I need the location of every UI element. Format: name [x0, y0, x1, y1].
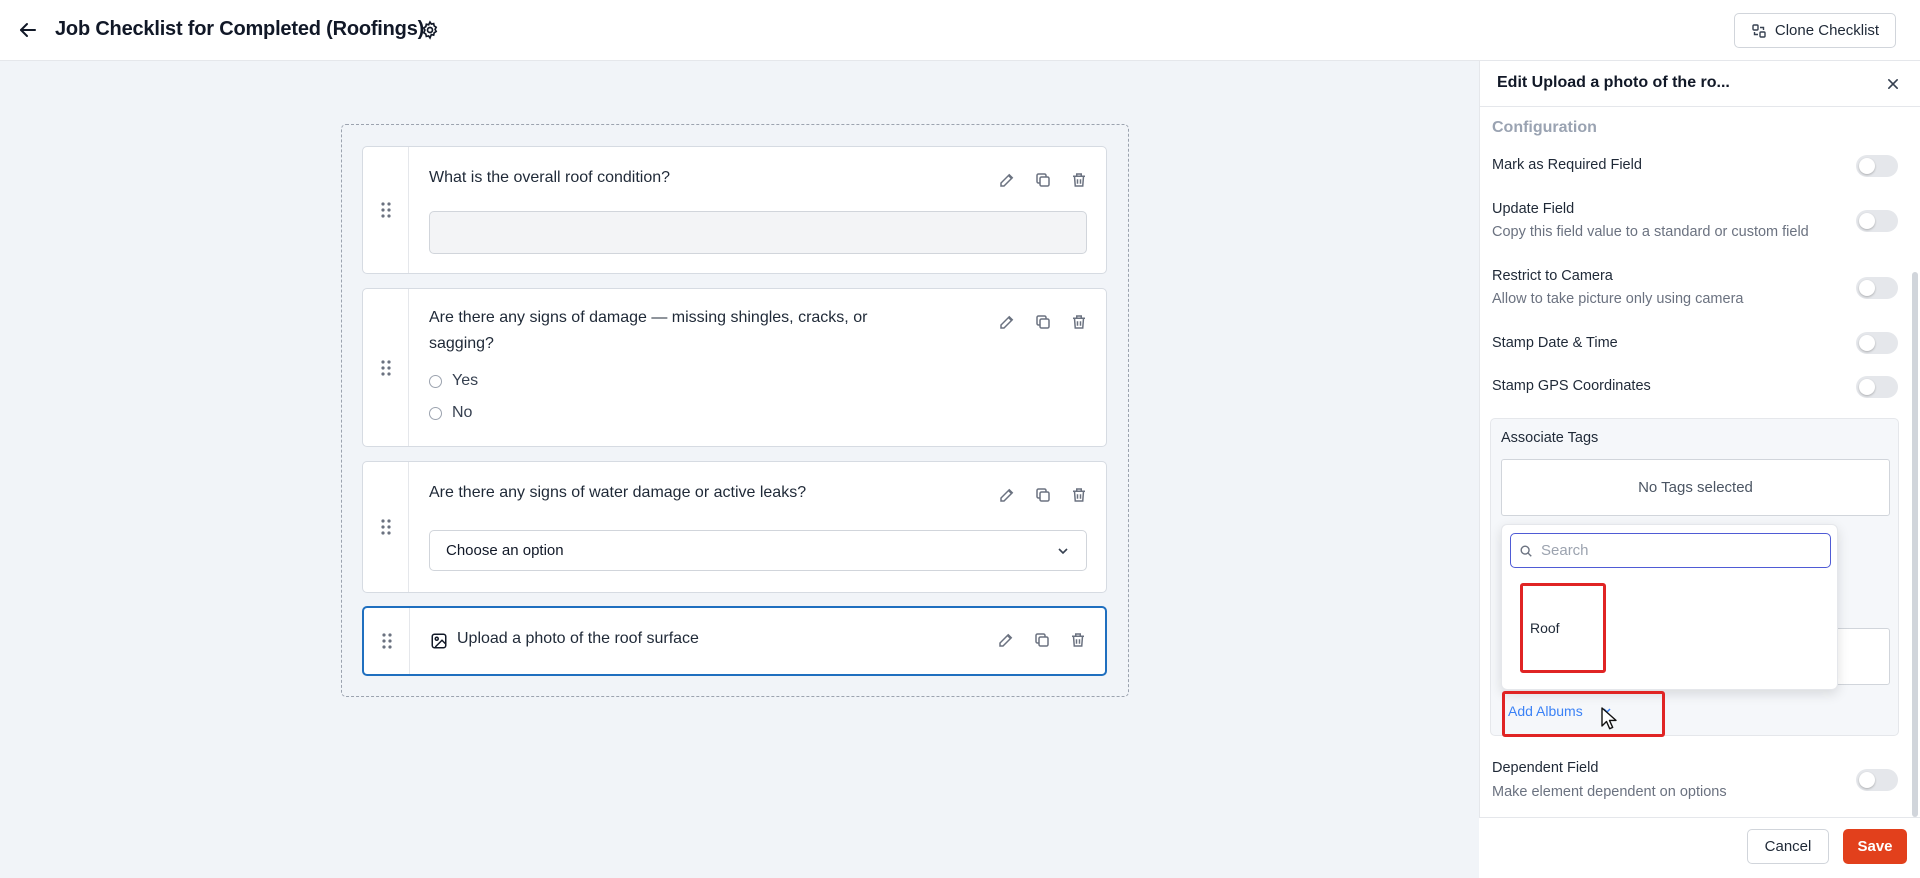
- radio-option-yes[interactable]: Yes: [429, 372, 478, 390]
- edit-icon[interactable]: [996, 169, 1018, 191]
- arrow-left-icon[interactable]: [16, 18, 40, 42]
- no-tags-text: No Tags selected: [1638, 479, 1753, 496]
- page-title: Job Checklist for Completed (Roofings): [55, 18, 425, 40]
- option-description: Copy this field value to a standard or c…: [1492, 224, 1809, 240]
- highlight-box: [1520, 583, 1606, 673]
- question-card[interactable]: Are there any signs of water damage or a…: [362, 461, 1107, 593]
- radio-label: No: [452, 404, 473, 421]
- duplicate-icon[interactable]: [1032, 484, 1054, 506]
- dropdown-search[interactable]: [1510, 533, 1831, 568]
- drag-handle-icon: [380, 202, 391, 218]
- radio-option-no[interactable]: No: [429, 404, 472, 422]
- panel-scrollbar[interactable]: [1912, 272, 1918, 817]
- edit-icon[interactable]: [995, 629, 1017, 651]
- cancel-button[interactable]: Cancel: [1747, 829, 1829, 864]
- update-field-toggle[interactable]: [1856, 210, 1898, 232]
- clone-checklist-button[interactable]: Clone Checklist: [1734, 13, 1896, 48]
- question-card-selected[interactable]: Upload a photo of the roof surface: [362, 606, 1107, 676]
- panel-header: Edit Upload a photo of the ro...: [1480, 61, 1920, 107]
- search-input[interactable]: [1541, 542, 1821, 559]
- drag-handle[interactable]: [363, 462, 409, 592]
- section-title: Configuration: [1492, 119, 1597, 136]
- top-bar: Job Checklist for Completed (Roofings) C…: [0, 0, 1920, 61]
- option-label: Mark as Required Field: [1492, 157, 1642, 173]
- mouse-cursor-icon: [1601, 707, 1617, 730]
- option-label: Dependent Field: [1492, 760, 1599, 776]
- tags-label: Associate Tags: [1501, 430, 1599, 446]
- drag-handle[interactable]: [364, 608, 410, 674]
- dependent-field-toggle[interactable]: [1856, 769, 1898, 791]
- duplicate-icon[interactable]: [1031, 629, 1053, 651]
- tags-selector[interactable]: No Tags selected: [1501, 459, 1890, 516]
- question-card[interactable]: What is the overall roof condition?: [362, 146, 1107, 274]
- option-label: Update Field: [1492, 201, 1575, 217]
- image-icon: [431, 633, 447, 649]
- panel-title: Edit Upload a photo of the ro...: [1497, 74, 1730, 91]
- restrict-camera-toggle[interactable]: [1856, 277, 1898, 299]
- drag-handle[interactable]: [363, 147, 409, 273]
- drag-handle-icon: [380, 359, 391, 376]
- option-select[interactable]: Choose an option: [429, 530, 1087, 571]
- duplicate-icon[interactable]: [1032, 169, 1054, 191]
- option-label: Stamp Date & Time: [1492, 335, 1618, 351]
- question-card[interactable]: Are there any signs of damage — missing …: [362, 288, 1107, 447]
- required-field-toggle[interactable]: [1856, 155, 1898, 177]
- radio-button[interactable]: [429, 406, 442, 420]
- drag-handle-icon: [380, 519, 391, 535]
- save-button[interactable]: Save: [1843, 829, 1907, 864]
- question-text: Are there any signs of damage — missing …: [429, 309, 868, 352]
- chevron-down-icon: [1058, 547, 1068, 554]
- question-text: Are there any signs of water damage or a…: [429, 484, 807, 501]
- option-description: Make element dependent on options: [1492, 784, 1727, 800]
- answer-text-input[interactable]: [429, 211, 1087, 254]
- trash-icon[interactable]: [1068, 311, 1090, 333]
- trash-icon[interactable]: [1068, 484, 1090, 506]
- stamp-date-time-toggle[interactable]: [1856, 332, 1898, 354]
- option-label: Stamp GPS Coordinates: [1492, 378, 1651, 394]
- close-icon[interactable]: [1883, 74, 1903, 94]
- edit-icon[interactable]: [996, 311, 1018, 333]
- clone-icon: [1752, 23, 1766, 38]
- trash-icon[interactable]: [1068, 169, 1090, 191]
- option-description: Allow to take picture only using camera: [1492, 291, 1744, 307]
- duplicate-icon[interactable]: [1032, 311, 1054, 333]
- gear-icon[interactable]: [420, 20, 440, 40]
- clone-checklist-label: Clone Checklist: [1774, 22, 1880, 39]
- stamp-gps-toggle[interactable]: [1856, 376, 1898, 398]
- edit-icon[interactable]: [996, 484, 1018, 506]
- question-text: Upload a photo of the roof surface: [457, 630, 699, 647]
- trash-icon[interactable]: [1067, 629, 1089, 651]
- highlight-box: [1502, 691, 1665, 737]
- drag-handle[interactable]: [363, 289, 409, 446]
- radio-button[interactable]: [429, 374, 442, 388]
- radio-label: Yes: [452, 372, 479, 389]
- question-text: What is the overall roof condition?: [429, 169, 671, 186]
- option-label: Restrict to Camera: [1492, 268, 1613, 284]
- drag-handle-icon: [381, 633, 392, 649]
- search-icon: [1520, 544, 1532, 557]
- select-value: Choose an option: [446, 542, 564, 559]
